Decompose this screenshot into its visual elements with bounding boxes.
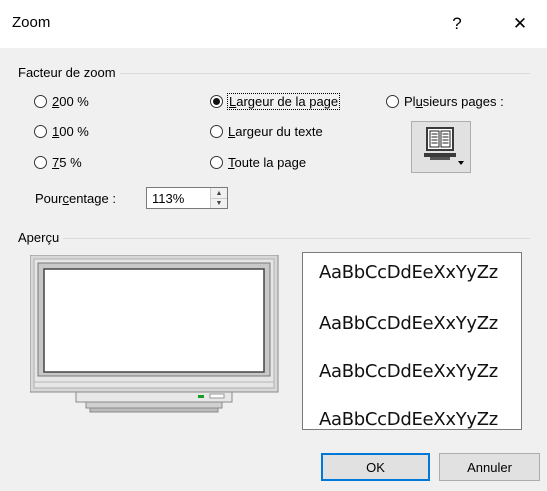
monitor-preview-icon <box>30 255 279 413</box>
close-button[interactable]: ✕ <box>500 8 540 40</box>
radio-75[interactable]: 75 % <box>34 155 82 170</box>
font-sample-preview: AaBbCcDdEeXxYyZz AaBbCcDdEeXxYyZz AaBbCc… <box>302 252 522 430</box>
radio-200[interactable]: 200 % <box>34 94 89 109</box>
radio-100-circle[interactable] <box>34 125 47 138</box>
radio-whole-page-label: Toute la page <box>228 155 307 170</box>
radio-text-width-label: Largeur du texte <box>228 124 323 139</box>
spin-down-icon[interactable]: ▼ <box>211 198 227 208</box>
radio-many-pages-circle[interactable] <box>386 95 399 108</box>
zoom-factor-group-label: Facteur de zoom <box>18 65 120 80</box>
radio-100[interactable]: 100 % <box>34 124 89 139</box>
radio-100-label: 100 % <box>52 124 89 139</box>
percentage-spin-arrows[interactable]: ▲ ▼ <box>210 188 227 208</box>
sample-text: AaBbCcDdEeXxYyZz <box>319 361 498 382</box>
preview-group-label: Aperçu <box>18 230 64 245</box>
radio-text-width-circle[interactable] <box>210 125 223 138</box>
radio-75-circle[interactable] <box>34 156 47 169</box>
help-button[interactable]: ? <box>437 8 477 40</box>
ok-button[interactable]: OK <box>321 453 430 481</box>
radio-page-width[interactable]: Largeur de la page <box>210 93 341 110</box>
percentage-spinbox[interactable]: 113% ▲ ▼ <box>146 187 228 209</box>
radio-many-pages-label: Plusieurs pages : <box>404 94 504 109</box>
radio-page-width-circle[interactable] <box>210 95 223 108</box>
many-pages-picker-button[interactable] <box>411 121 471 173</box>
preview-divider <box>18 238 530 239</box>
radio-whole-page[interactable]: Toute la page <box>210 155 306 170</box>
radio-text-width[interactable]: Largeur du texte <box>210 124 323 139</box>
radio-whole-page-circle[interactable] <box>210 156 223 169</box>
dialog-title: Zoom <box>12 14 51 31</box>
radio-many-pages[interactable]: Plusieurs pages : <box>386 94 504 109</box>
sample-text: AaBbCcDdEeXxYyZz <box>319 409 498 430</box>
radio-75-label: 75 % <box>52 155 82 170</box>
radio-200-label: 200 % <box>52 94 89 109</box>
radio-page-width-label: Largeur de la page <box>226 93 341 110</box>
sample-text: AaBbCcDdEeXxYyZz <box>319 313 498 334</box>
sample-text: AaBbCcDdEeXxYyZz <box>319 262 498 283</box>
cancel-button[interactable]: Annuler <box>439 453 540 481</box>
radio-selected-dot <box>213 98 220 105</box>
title-bar: Zoom ? ✕ <box>0 0 547 48</box>
monitor-pages-icon <box>424 127 464 165</box>
percentage-value[interactable]: 113% <box>152 191 184 206</box>
percentage-label: Pourcentage : <box>35 191 116 206</box>
radio-200-circle[interactable] <box>34 95 47 108</box>
